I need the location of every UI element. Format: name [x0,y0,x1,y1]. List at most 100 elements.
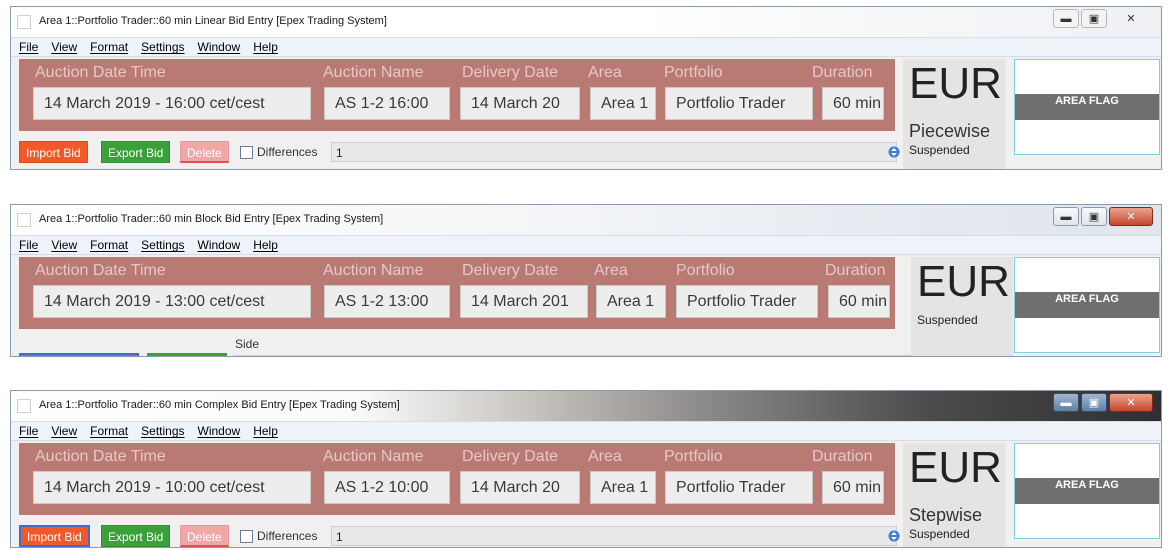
menu-view[interactable]: View [51,424,77,438]
window-title: Area 1::Portfolio Trader::60 min Linear … [39,15,387,27]
export-bid-button[interactable]: Export Bid [101,141,171,163]
bid-mode-label: Stepwise [909,505,983,525]
menu-help[interactable]: Help [253,40,278,54]
differences-checkbox[interactable] [240,530,253,543]
duration-field[interactable]: 60 min [828,285,890,318]
area-field[interactable]: Area 1 [590,87,656,120]
title-bar[interactable]: Area 1::Portfolio Trader::60 min Block B… [11,205,1161,235]
menu-bar: File View Format Settings Window Help [11,37,1161,57]
differences-input[interactable]: 1 [331,142,897,162]
differences-input[interactable]: 1 [331,526,897,546]
auction-date-time-field[interactable]: 14 March 2019 - 16:00 cet/cest [33,87,311,120]
portfolio-field[interactable]: Portfolio Trader [665,87,813,120]
duration-field[interactable]: 60 min [822,87,884,120]
auction-date-time-label: Auction Date Time [35,448,166,465]
differences-label: Differences [257,529,318,543]
menu-format[interactable]: Format [90,40,128,54]
minimize-icon[interactable]: ▬ [1053,207,1079,226]
menu-window[interactable]: Window [198,424,241,438]
area-flag-banner: AREA FLAG [1015,94,1159,120]
currency-label: EUR [909,443,1002,492]
close-icon[interactable]: ✕ [1109,393,1153,412]
menu-format[interactable]: Format [90,238,128,252]
export-bid-button[interactable] [147,353,227,356]
currency-label: EUR [909,59,1002,108]
duration-field[interactable]: 60 min [822,471,884,504]
maximize-icon[interactable]: ▣ [1081,9,1107,28]
menu-window[interactable]: Window [198,238,241,252]
area-label: Area [594,262,628,279]
auction-name-field[interactable]: AS 1-2 13:00 [324,285,450,318]
maximize-icon[interactable]: ▣ [1081,207,1107,226]
menu-settings[interactable]: Settings [141,424,184,438]
app-icon [17,213,31,227]
menu-view[interactable]: View [51,238,77,252]
app-icon [17,399,31,413]
menu-file[interactable]: File [19,40,38,54]
menu-bar: File View Format Settings Window Help [11,235,1161,255]
duration-label: Duration [825,262,886,279]
portfolio-label: Portfolio [664,64,723,81]
minimize-icon[interactable]: ▬ [1053,393,1079,412]
menu-file[interactable]: File [19,238,38,252]
differences-checkbox[interactable] [240,146,253,159]
menu-format[interactable]: Format [90,424,128,438]
portfolio-field[interactable]: Portfolio Trader [676,285,818,318]
delete-button[interactable]: Delete [180,141,229,163]
delivery-date-field[interactable]: 14 March 201 [460,285,588,318]
window-title: Area 1::Portfolio Trader::60 min Complex… [39,399,400,411]
close-icon[interactable]: ✕ [1109,9,1153,28]
maximize-icon[interactable]: ▣ [1081,393,1107,412]
delete-button[interactable]: Delete [180,525,229,547]
delivery-date-label: Delivery Date [462,64,559,81]
window-controls: ▬ ▣ ✕ [1053,207,1153,226]
window-linear-bid-entry: Area 1::Portfolio Trader::60 min Linear … [10,6,1162,170]
menu-settings[interactable]: Settings [141,238,184,252]
title-bar[interactable]: Area 1::Portfolio Trader::60 min Complex… [11,391,1161,421]
import-bid-button[interactable]: Import Bid [19,141,88,163]
duration-label: Duration [812,64,873,81]
auction-name-label: Auction Name [323,262,424,279]
side-field[interactable] [233,355,913,356]
import-bid-button[interactable] [19,353,139,356]
spinner-arrows-icon[interactable] [887,144,901,160]
menu-window[interactable]: Window [198,40,241,54]
menu-help[interactable]: Help [253,424,278,438]
title-bar[interactable]: Area 1::Portfolio Trader::60 min Linear … [11,7,1161,37]
minimize-icon[interactable]: ▬ [1053,9,1079,28]
menu-settings[interactable]: Settings [141,40,184,54]
export-bid-button[interactable]: Export Bid [101,525,171,547]
window-controls: ▬ ▣ ✕ [1053,9,1153,28]
area-field[interactable]: Area 1 [596,285,666,318]
delivery-date-label: Delivery Date [462,262,559,279]
area-flag-box: AREA FLAG [1014,443,1160,539]
delivery-date-field[interactable]: 14 March 20 [460,471,580,504]
window-block-bid-entry: Area 1::Portfolio Trader::60 min Block B… [10,204,1162,357]
close-icon[interactable]: ✕ [1109,207,1153,226]
auction-name-field[interactable]: AS 1-2 10:00 [324,471,450,504]
auction-date-time-field[interactable]: 14 March 2019 - 13:00 cet/cest [33,285,311,318]
menu-help[interactable]: Help [253,238,278,252]
menu-file[interactable]: File [19,424,38,438]
market-status-label: Suspended [909,143,970,157]
duration-label: Duration [812,448,873,465]
spinner-arrows-icon[interactable] [887,528,901,544]
side-label: Side [235,337,260,351]
area-label: Area [588,448,622,465]
auction-header: Auction Date Time Auction Name Delivery … [19,443,895,515]
auction-date-time-field[interactable]: 14 March 2019 - 10:00 cet/cest [33,471,311,504]
currency-panel: EUR Piecewise Suspended [903,59,1005,169]
auction-name-label: Auction Name [323,64,424,81]
auction-name-field[interactable]: AS 1-2 16:00 [324,87,450,120]
import-bid-button[interactable]: Import Bid [19,525,90,547]
delivery-date-field[interactable]: 14 March 20 [460,87,580,120]
bid-mode-label: Piecewise [909,121,991,141]
auction-date-time-label: Auction Date Time [35,262,166,279]
area-field[interactable]: Area 1 [590,471,656,504]
portfolio-label: Portfolio [676,262,735,279]
area-flag-box: AREA FLAG [1014,59,1160,155]
portfolio-field[interactable]: Portfolio Trader [665,471,813,504]
menu-view[interactable]: View [51,40,77,54]
market-status-label: Suspended [917,313,978,327]
market-status-label: Suspended [909,527,970,541]
